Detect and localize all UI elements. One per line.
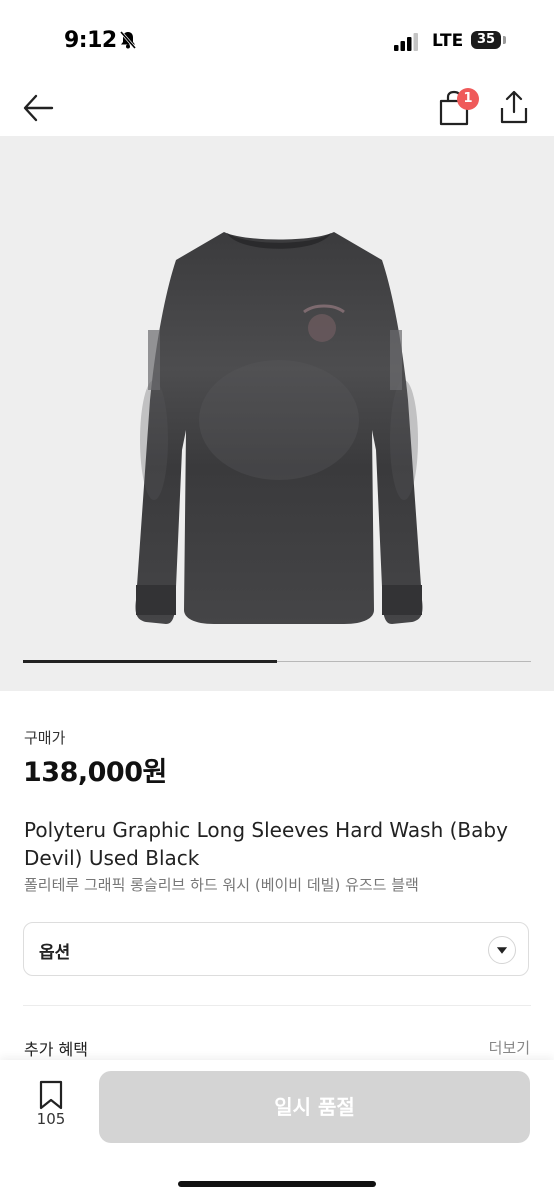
battery-tip [503,36,506,44]
sold-out-button[interactable]: 일시 품절 [99,1071,530,1143]
gallery-progress-indicator [23,660,277,663]
bookmark-icon [39,1080,63,1110]
price: 138,000원 [23,757,167,788]
status-time: 9:12 [64,28,117,53]
cart-count-badge: 1 [457,88,479,110]
bell-slash-icon [119,31,137,49]
signal-icon [394,33,418,51]
share-icon[interactable] [496,88,532,128]
option-label: 옵션 [39,943,71,963]
status-bar: 9:12 LTE 35 [0,0,554,80]
bottom-action-bar: 105 일시 품절 [0,1060,554,1200]
product-name-ko: 폴리테루 그래픽 롱슬리브 하드 워시 (베이비 데빌) 유즈드 블랙 [24,876,419,894]
more-link[interactable]: 더보기 [489,1037,530,1058]
home-indicator [178,1181,376,1187]
option-select[interactable]: 옵션 [23,922,529,976]
bookmark-button[interactable]: 105 [30,1080,72,1135]
product-image [135,232,423,624]
divider [23,1005,531,1006]
benefits-label: 추가 혜택 [24,1040,88,1059]
top-navigation: 1 [0,80,554,136]
bookmark-count: 105 [36,1110,66,1128]
battery-icon: 35 [471,31,501,49]
product-gallery[interactable] [0,136,554,691]
chevron-down-icon [488,936,516,964]
product-name-en: Polyteru Graphic Long Sleeves Hard Wash … [24,818,508,870]
network-label: LTE [432,31,464,51]
price-label: 구매가 [24,729,66,747]
back-arrow-icon[interactable] [20,90,60,126]
